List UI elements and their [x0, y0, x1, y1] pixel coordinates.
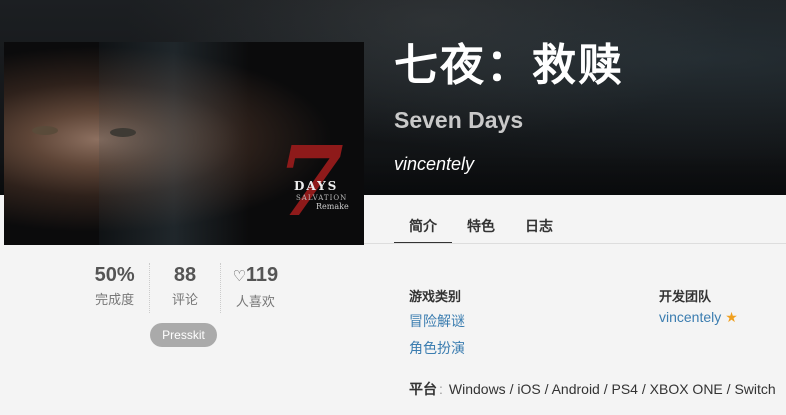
tab-intro[interactable]: 简介: [394, 206, 452, 244]
platforms-list: Windows / iOS / Android / PS4 / XBOX ONE…: [448, 381, 776, 397]
tab-features[interactable]: 特色: [452, 206, 510, 244]
stat-completion: 50% 完成度: [80, 263, 151, 313]
tab-bar: 简介 特色 日志: [394, 206, 568, 244]
cover-logo-subtitle: SALVATION: [296, 194, 348, 202]
game-cover-image: 7 DAYS SALVATION Remake: [4, 42, 364, 245]
stats-bar: 50% 完成度 88 评论 ♡119 人喜欢: [80, 263, 290, 313]
likes-value: 119: [245, 264, 279, 286]
cover-shade: [99, 42, 249, 245]
genre-item-adventure[interactable]: 冒险解谜: [409, 311, 465, 331]
cover-logo-days: DAYS: [294, 179, 339, 193]
genre-heading: 游戏类别: [409, 289, 462, 304]
platforms-label: 平台: [409, 381, 437, 397]
platforms-separator: :: [439, 381, 443, 397]
tab-log[interactable]: 日志: [510, 206, 568, 244]
tab-divider: [364, 243, 786, 244]
presskit-button[interactable]: Presskit: [150, 323, 217, 347]
cover-eye-left: [32, 126, 58, 135]
completion-value: 50%: [94, 264, 135, 286]
author-link[interactable]: vincentely: [394, 154, 474, 175]
game-title-cn: 七夜：救赎: [394, 41, 624, 90]
platforms-row: 平台: Windows / iOS / Android / PS4 / XBOX …: [409, 379, 776, 399]
genre-item-rpg[interactable]: 角色扮演: [409, 338, 465, 358]
heart-icon[interactable]: ♡: [232, 268, 245, 285]
reviews-label: 评论: [171, 292, 198, 307]
team-member-name[interactable]: vincentely: [659, 309, 721, 325]
cover-logo-remake: Remake: [316, 202, 349, 211]
likes-count: ♡119: [221, 263, 290, 289]
cover-eye-right: [110, 128, 136, 137]
star-icon: ★: [725, 309, 738, 325]
team-heading: 开发团队: [659, 289, 712, 304]
stat-reviews[interactable]: 88 评论: [150, 263, 221, 313]
reviews-value: 88: [173, 264, 197, 286]
team-member[interactable]: vincentely ★: [659, 309, 738, 326]
likes-label: 人喜欢: [235, 294, 275, 309]
stat-likes[interactable]: ♡119 人喜欢: [221, 263, 290, 313]
game-title-en: Seven Days: [394, 107, 524, 133]
completion-label: 完成度: [95, 292, 135, 307]
